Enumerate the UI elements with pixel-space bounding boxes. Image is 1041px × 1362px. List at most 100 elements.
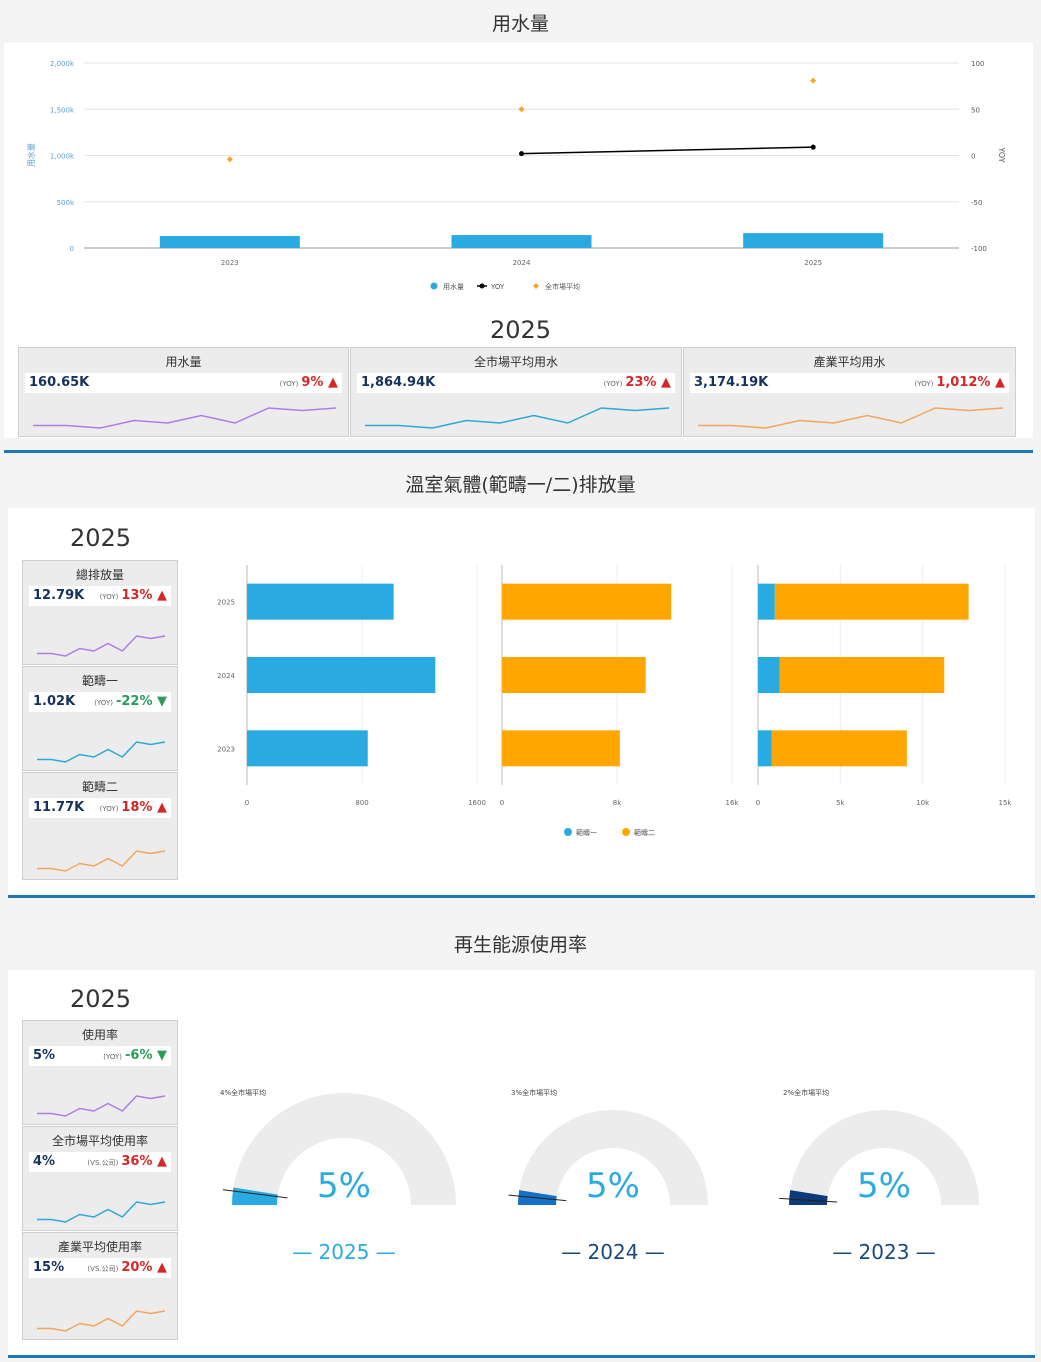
- renew-kpi-card: 全市場平均使用率 4% (VS.公司) 36% ▲: [22, 1126, 178, 1231]
- kpi-value: 1.02K: [33, 694, 76, 709]
- kpi-change-value: 23%: [625, 375, 657, 390]
- renew-section-title: 再生能源使用率: [453, 934, 587, 956]
- kpi-value: 15%: [33, 1260, 65, 1275]
- kpi-value: 12.79K: [33, 588, 85, 603]
- kpi-label: 產業平均使用率: [57, 1240, 142, 1254]
- kpi-value-row: 11.77K (YOY) 18% ▲: [29, 798, 171, 818]
- ghg-divider: [8, 895, 1035, 898]
- kpi-change: (VS.公司) 20% ▲: [87, 1260, 167, 1275]
- legend-label: YOY: [490, 283, 505, 291]
- legend-swatch: [622, 828, 630, 836]
- ghg-bar: [247, 730, 368, 767]
- water-kpi-card: 用水量 160.65K (YOY) 9% ▲: [18, 347, 349, 437]
- kpi-change-value: -22%: [115, 694, 153, 709]
- kpi-value-row: 1,864.94K (YOY) 23% ▲: [357, 373, 675, 393]
- sparkline: [37, 1310, 165, 1332]
- renew-kpi-card: 使用率 5% (YOY) -6% ▼: [22, 1020, 178, 1125]
- water-year: 2025: [489, 316, 552, 344]
- sparkline-chart: [37, 1310, 165, 1332]
- kpi-change-tag: (YOY): [94, 699, 113, 707]
- ghg-bar: [771, 730, 907, 767]
- ghg-bar: [502, 583, 672, 620]
- sparkline-chart: [698, 407, 1003, 429]
- ghg-chart: 2025 2024 2023 0 800 1600 0 8k 16k 0 5k 10k 15k 範疇一 範疇…: [217, 565, 1013, 837]
- x-tick-label: 0: [756, 799, 760, 807]
- x-tick-label: 2023: [221, 259, 239, 267]
- x-tick-label: 2024: [513, 259, 531, 267]
- sparkline-chart: [37, 741, 165, 763]
- kpi-value: 5%: [33, 1048, 56, 1063]
- legend-label: 用水量: [443, 282, 464, 291]
- y-axis-label: 用水量: [26, 143, 36, 167]
- kpi-value: 3,174.19K: [694, 375, 769, 390]
- kpi-value: 11.77K: [33, 800, 85, 815]
- y-tick-label: 2023: [217, 745, 235, 753]
- arrow-up-icon: ▲: [157, 1260, 167, 1275]
- kpi-change-tag: (YOY): [914, 380, 934, 388]
- y2-tick-label: -50: [971, 199, 982, 207]
- sparkline: [33, 407, 336, 429]
- ghg-bar: [502, 657, 646, 693]
- sparkline: [365, 407, 669, 429]
- kpi-change: (YOY) -22% ▼: [94, 694, 167, 709]
- market-avg-label: 3%全市場平均: [511, 1088, 557, 1097]
- ghg-kpi-card: 總排放量 12.79K (YOY) 13% ▲: [22, 560, 178, 665]
- ghg-year: 2025: [70, 524, 132, 552]
- kpi-change: (YOY) 1,012% ▲: [915, 375, 1005, 390]
- legend-swatch: [564, 828, 572, 836]
- y2-tick-label: 0: [971, 153, 975, 161]
- arrow-up-icon: ▲: [995, 375, 1005, 390]
- sparkline: [37, 1201, 165, 1223]
- sparkline-chart: [37, 635, 165, 657]
- arrow-up-icon: ▲: [157, 1154, 167, 1169]
- kpi-change-value: 36%: [121, 1154, 153, 1169]
- ghg-bar: [758, 657, 780, 693]
- x-tick-label: 15k: [999, 799, 1013, 807]
- sparkline: [37, 635, 165, 657]
- kpi-change: (YOY) 23% ▲: [604, 375, 671, 390]
- ghg-section-title: 溫室氣體(範疇一/二)排放量: [405, 474, 636, 496]
- ghg-kpi-card: 範疇一 1.02K (YOY) -22% ▼: [22, 666, 178, 771]
- kpi-value-row: 5% (YOY) -6% ▼: [29, 1046, 171, 1066]
- kpi-change-tag: (VS.公司): [87, 1265, 119, 1273]
- market-avg-label: 4%全市場平均: [220, 1088, 266, 1097]
- yoy-point: [519, 151, 524, 157]
- ghg-bar: [247, 657, 436, 693]
- gauge-year-label: — 2025 —: [292, 1240, 396, 1264]
- ghg-bar: [758, 730, 772, 767]
- sparkline-chart: [37, 1095, 165, 1117]
- water-bar: [743, 233, 884, 248]
- legend-label: 全市場平均: [545, 282, 580, 291]
- x-tick-label: 1600: [468, 799, 486, 807]
- kpi-change-value: 13%: [121, 588, 153, 603]
- kpi-change: (VS.公司) 36% ▲: [87, 1154, 167, 1169]
- kpi-change-value: -6%: [125, 1048, 153, 1063]
- market-avg-point: [518, 106, 525, 113]
- yoy-line: [521, 146, 814, 155]
- sparkline: [37, 1095, 165, 1117]
- kpi-change-value: 9%: [301, 375, 324, 390]
- kpi-value: 1,864.94K: [361, 375, 436, 390]
- x-tick-label: 5k: [836, 799, 845, 807]
- y2-tick-label: -100: [971, 245, 987, 253]
- arrow-up-icon: ▲: [157, 800, 167, 815]
- legend-swatch: [533, 283, 539, 289]
- kpi-label: 使用率: [81, 1028, 118, 1042]
- sparkline-chart: [365, 407, 669, 429]
- x-tick-label: 800: [355, 799, 368, 807]
- x-tick-label: 16k: [726, 799, 740, 807]
- gauge-value-label: 5%: [586, 1166, 640, 1206]
- kpi-label: 產業平均用水: [813, 355, 886, 369]
- water-bar: [451, 235, 592, 248]
- kpi-label: 用水量: [165, 355, 202, 369]
- arrow-up-icon: ▲: [328, 375, 338, 390]
- kpi-value-row: 4% (VS.公司) 36% ▲: [29, 1152, 171, 1172]
- ghg-bar: [502, 730, 620, 767]
- kpi-change-tag: (YOY): [279, 380, 299, 388]
- y-tick-label: 0: [70, 245, 74, 253]
- x-tick-label: 10k: [916, 799, 930, 807]
- gauge-year-label: — 2023 —: [832, 1240, 936, 1264]
- kpi-change-tag: (YOY): [103, 1053, 122, 1061]
- kpi-label: 全市場平均用水: [473, 355, 558, 369]
- y2-tick-label: 100: [971, 60, 984, 68]
